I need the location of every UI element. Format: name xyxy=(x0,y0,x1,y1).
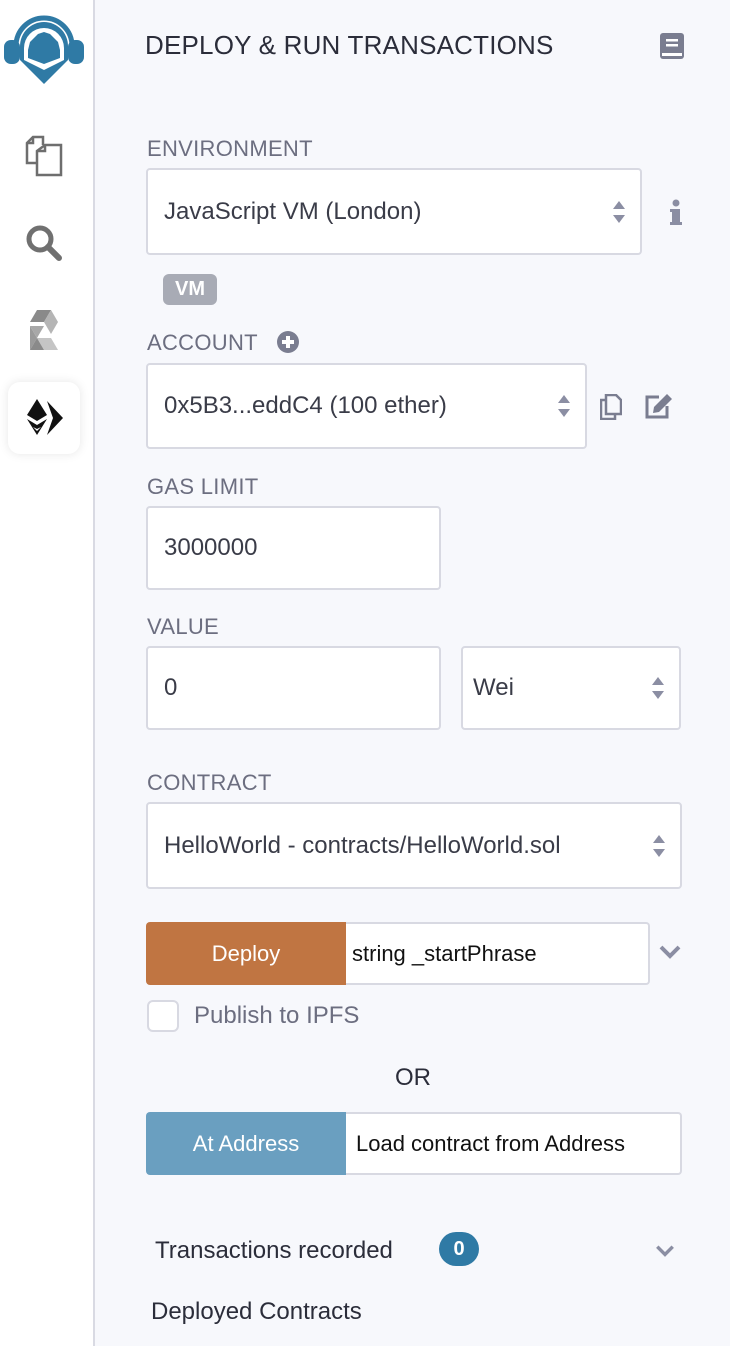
chevron-down-icon[interactable] xyxy=(659,945,681,959)
contract-select[interactable]: HelloWorld - contracts/HelloWorld.sol xyxy=(146,802,682,889)
copy-icon[interactable] xyxy=(599,393,623,421)
chevron-down-icon[interactable] xyxy=(655,1245,675,1257)
icon-sidebar xyxy=(0,0,95,1346)
contract-address-input[interactable]: Load contract from Address xyxy=(346,1112,682,1175)
select-arrows-icon xyxy=(653,834,665,857)
transactions-recorded-label[interactable]: Transactions recorded xyxy=(155,1237,393,1265)
panel-title: DEPLOY & RUN TRANSACTIONS xyxy=(145,30,554,60)
search-icon[interactable] xyxy=(0,215,88,271)
gas-limit-input[interactable]: 3000000 xyxy=(146,506,441,590)
deployed-contracts-label: Deployed Contracts xyxy=(151,1298,362,1325)
account-value: 0x5B3...eddC4 (100 ether) xyxy=(164,392,447,419)
info-icon[interactable] xyxy=(669,199,683,227)
publish-ipfs-label: Publish to IPFS xyxy=(194,1002,360,1029)
contract-value: HelloWorld - contracts/HelloWorld.sol xyxy=(164,831,561,859)
account-select[interactable]: 0x5B3...eddC4 (100 ether) xyxy=(146,363,587,449)
environment-select[interactable]: JavaScript VM (London) xyxy=(146,168,642,255)
gas-limit-label: GAS LIMIT xyxy=(147,474,259,499)
remix-logo-icon[interactable] xyxy=(0,6,88,86)
contract-address-placeholder: Load contract from Address xyxy=(356,1130,626,1156)
select-arrows-icon xyxy=(558,395,570,417)
environment-label: ENVIRONMENT xyxy=(147,136,313,161)
publish-ipfs-checkbox[interactable] xyxy=(147,1000,179,1032)
value-amount: 0 xyxy=(164,674,178,701)
deploy-button[interactable]: Deploy xyxy=(146,922,346,985)
solidity-compiler-icon[interactable] xyxy=(0,302,88,358)
gas-limit-value: 3000000 xyxy=(164,534,258,561)
plus-circle-icon[interactable] xyxy=(277,331,299,353)
value-input[interactable]: 0 xyxy=(146,646,441,730)
constructor-params-placeholder: string _startPhrase xyxy=(352,940,537,966)
contract-label: CONTRACT xyxy=(147,770,272,795)
select-arrows-icon xyxy=(652,677,664,699)
value-unit-select[interactable]: Wei xyxy=(461,646,681,730)
environment-value: JavaScript VM (London) xyxy=(164,197,422,225)
edit-icon[interactable] xyxy=(645,393,673,419)
deploy-run-icon[interactable] xyxy=(8,382,80,454)
select-arrows-icon xyxy=(613,200,625,223)
or-divider-text: OR xyxy=(395,1064,431,1091)
constructor-params-input[interactable]: string _startPhrase xyxy=(346,922,650,985)
value-unit: Wei xyxy=(473,674,514,701)
file-explorer-icon[interactable] xyxy=(0,128,88,184)
account-label: ACCOUNT xyxy=(147,330,258,355)
at-address-button[interactable]: At Address xyxy=(146,1112,346,1175)
deploy-run-panel: DEPLOY & RUN TRANSACTIONS ENVIRONMENT Ja… xyxy=(95,0,730,1346)
value-label: VALUE xyxy=(147,614,220,639)
transactions-count-badge: 0 xyxy=(439,1232,479,1266)
book-icon[interactable] xyxy=(660,33,684,59)
vm-badge: VM xyxy=(163,274,217,305)
